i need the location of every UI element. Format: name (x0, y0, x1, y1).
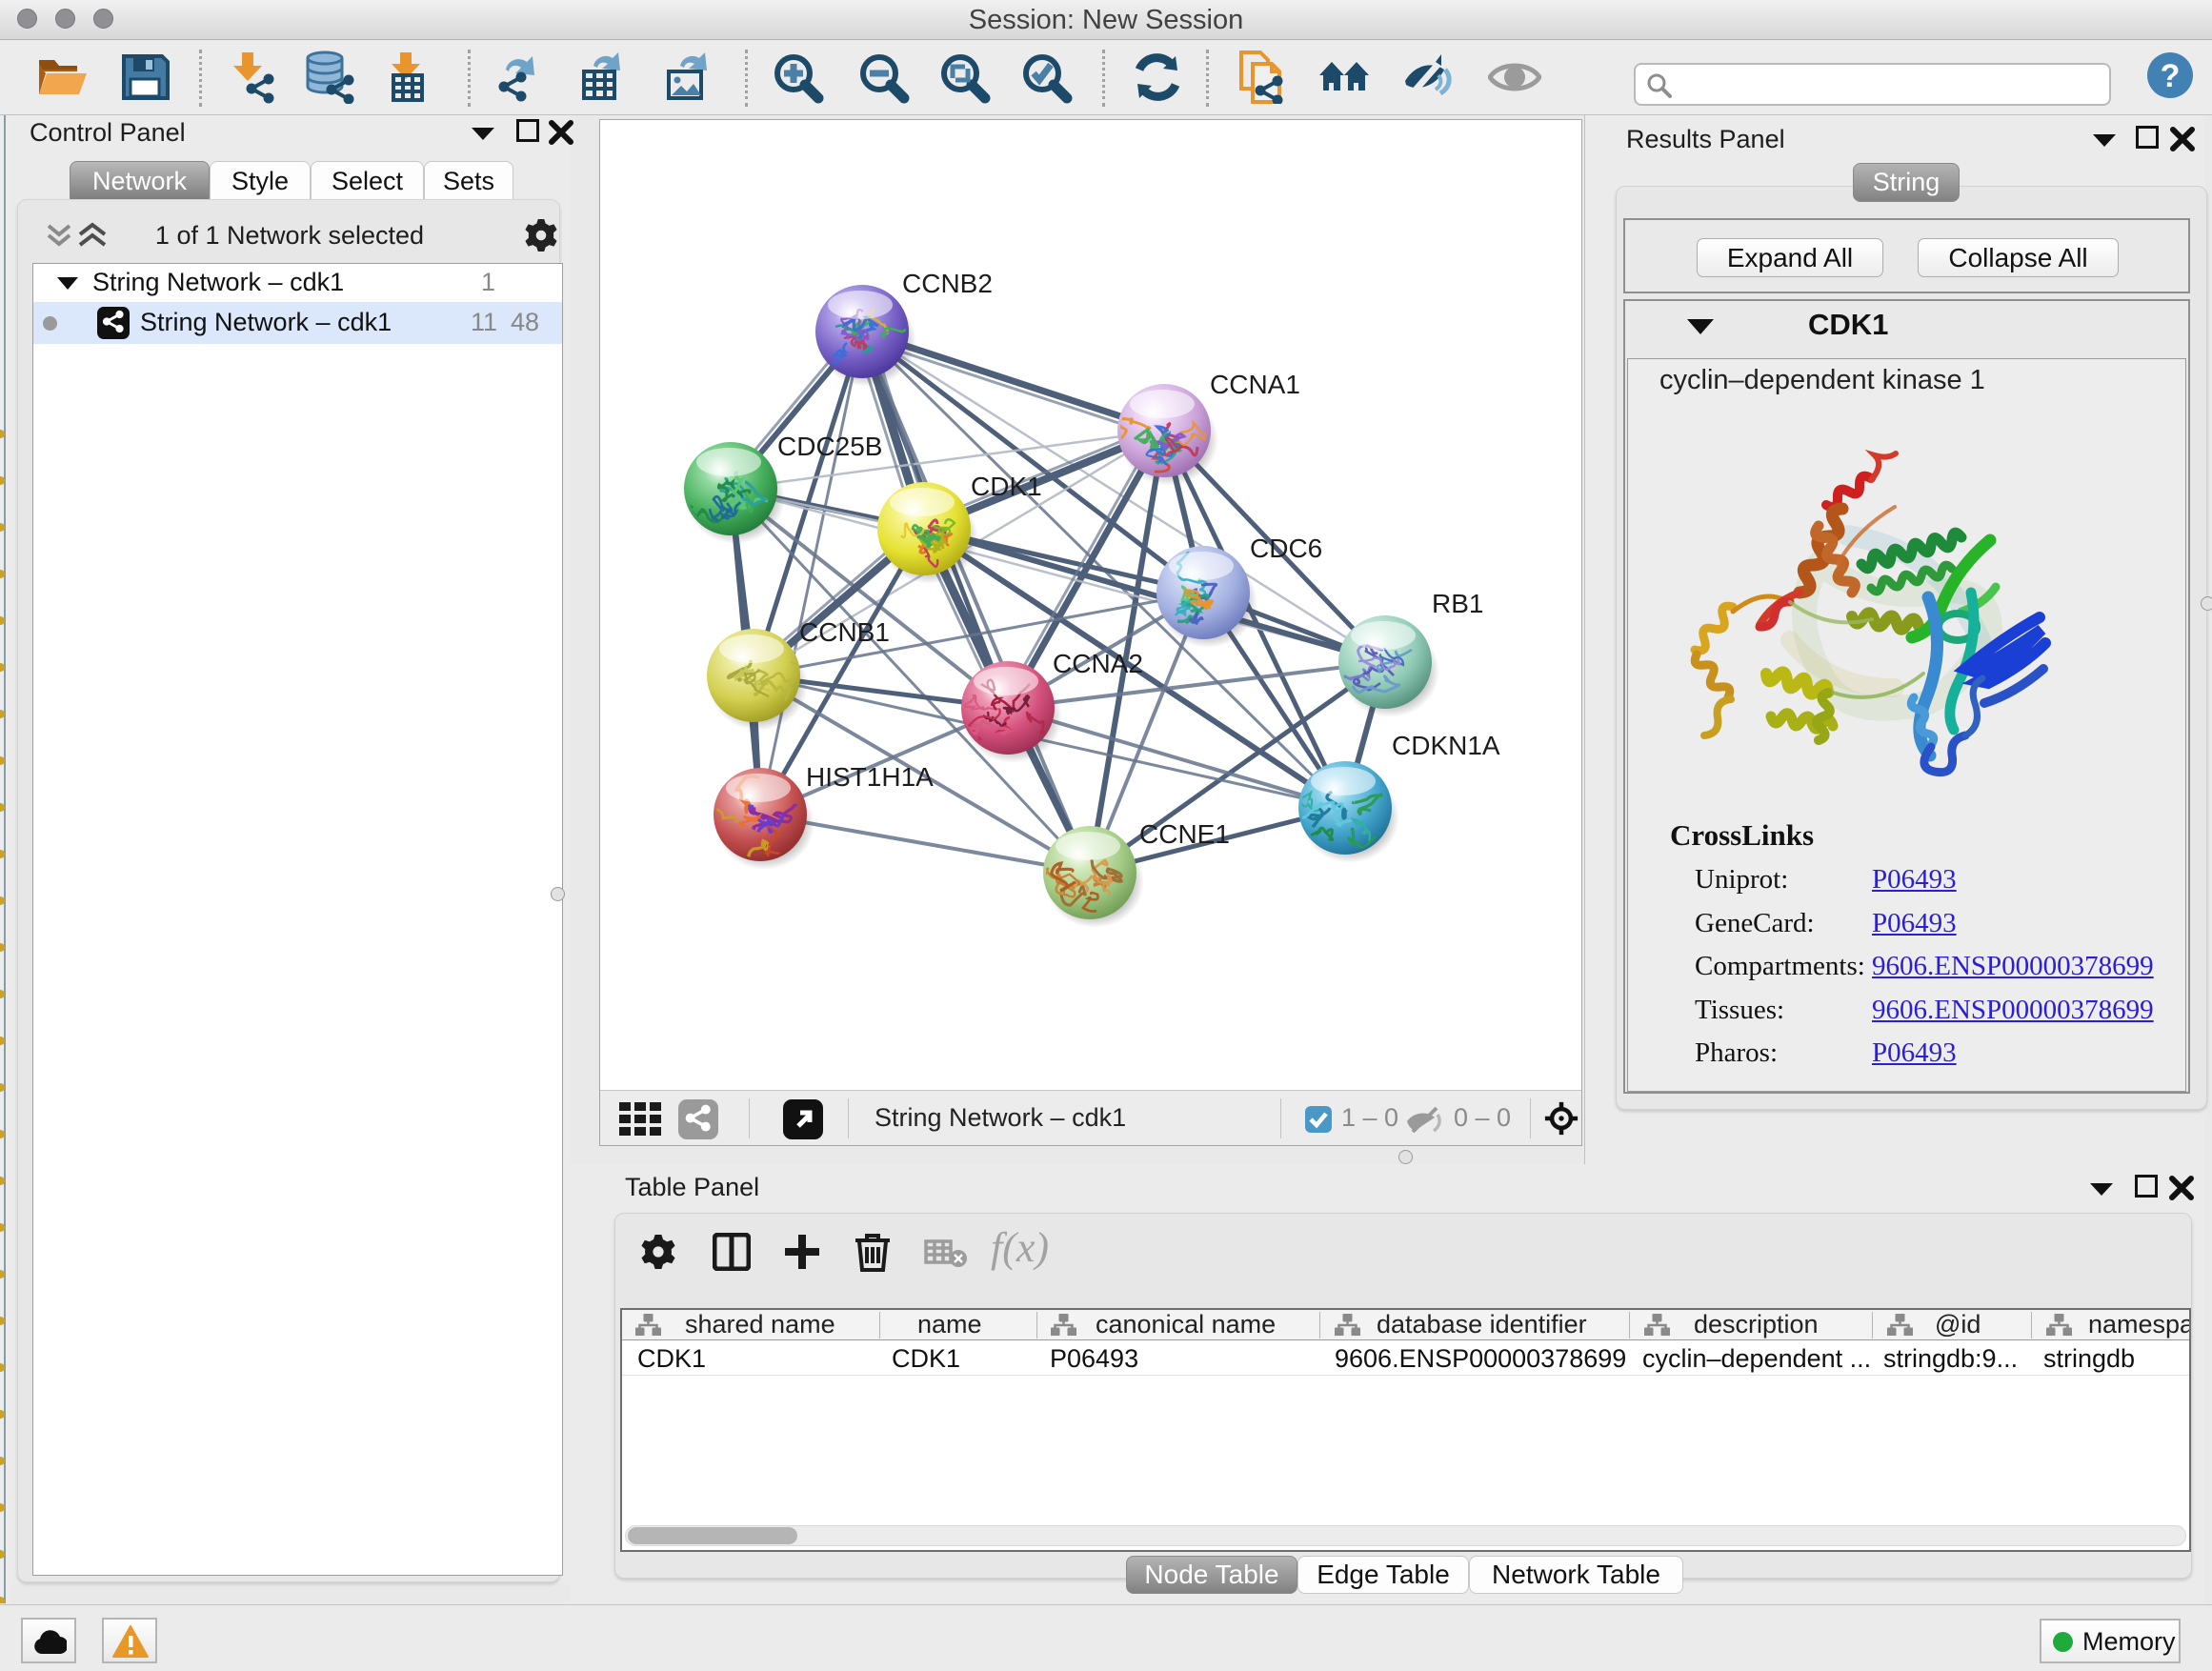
svg-text:CDC6: CDC6 (1250, 534, 1322, 563)
svg-text:CCNB1: CCNB1 (799, 617, 890, 647)
svg-text:CDKN1A: CDKN1A (1392, 731, 1500, 760)
svg-text:HIST1H1A: HIST1H1A (806, 762, 934, 792)
svg-text:CCNB2: CCNB2 (902, 269, 993, 298)
svg-text:RB1: RB1 (1432, 589, 1483, 618)
svg-text:?: ? (2161, 58, 2181, 94)
svg-text:CCNA1: CCNA1 (1210, 370, 1300, 399)
svg-text:CDK1: CDK1 (971, 472, 1042, 501)
svg-text:CCNA2: CCNA2 (1053, 649, 1143, 678)
svg-text:CCNE1: CCNE1 (1139, 819, 1230, 849)
svg-text:CDC25B: CDC25B (777, 432, 882, 461)
